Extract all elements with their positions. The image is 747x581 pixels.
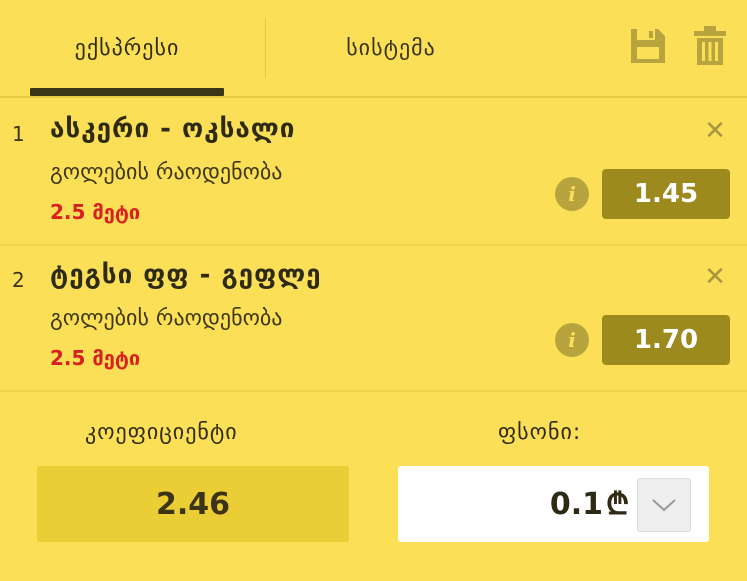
tab-divider <box>265 18 266 78</box>
bet-match-name: ტეგსი ფფ - გეფლე <box>50 260 322 290</box>
stake-input[interactable] <box>418 484 603 524</box>
total-coefficient: 2.46 <box>37 466 349 542</box>
save-icon[interactable] <box>626 22 670 70</box>
bet-selection: 2.5 მეტი <box>50 346 141 370</box>
bet-item: 1 ასკერი - ოკსალი გოლების რაოდენობა 2.5 … <box>0 98 747 246</box>
currency-symbol: ₾ <box>606 487 630 522</box>
chevron-down-icon <box>652 499 676 512</box>
remove-bet-button[interactable]: ✕ <box>700 262 730 292</box>
remove-bet-button[interactable]: ✕ <box>700 116 730 146</box>
bet-type-tabs: ექსპრესი სისტემა <box>0 0 747 98</box>
info-icon[interactable]: i <box>555 323 589 357</box>
bet-market: გოლების რაოდენობა <box>50 306 283 331</box>
bet-match-name: ასკერი - ოკსალი <box>50 114 296 144</box>
trash-icon[interactable] <box>688 22 732 70</box>
bet-selection: 2.5 მეტი <box>50 200 141 224</box>
tab-system[interactable]: სისტემა <box>268 0 514 96</box>
tab-express[interactable]: ექსპრესი <box>30 0 224 96</box>
info-icon[interactable]: i <box>555 177 589 211</box>
bet-item: 2 ტეგსი ფფ - გეფლე გოლების რაოდენობა 2.5… <box>0 244 747 392</box>
bet-market: გოლების რაოდენობა <box>50 160 283 185</box>
odds-value: 1.45 <box>602 169 730 219</box>
stake-dropdown-button[interactable] <box>637 478 691 532</box>
active-tab-indicator <box>30 88 224 96</box>
coefficient-label: კოეფიციენტი <box>85 420 238 445</box>
stake-label: ფსონი: <box>498 420 582 445</box>
bet-number: 1 <box>12 122 25 146</box>
odds-value: 1.70 <box>602 315 730 365</box>
stake-field: ₾ <box>398 466 709 542</box>
bet-number: 2 <box>12 268 25 292</box>
